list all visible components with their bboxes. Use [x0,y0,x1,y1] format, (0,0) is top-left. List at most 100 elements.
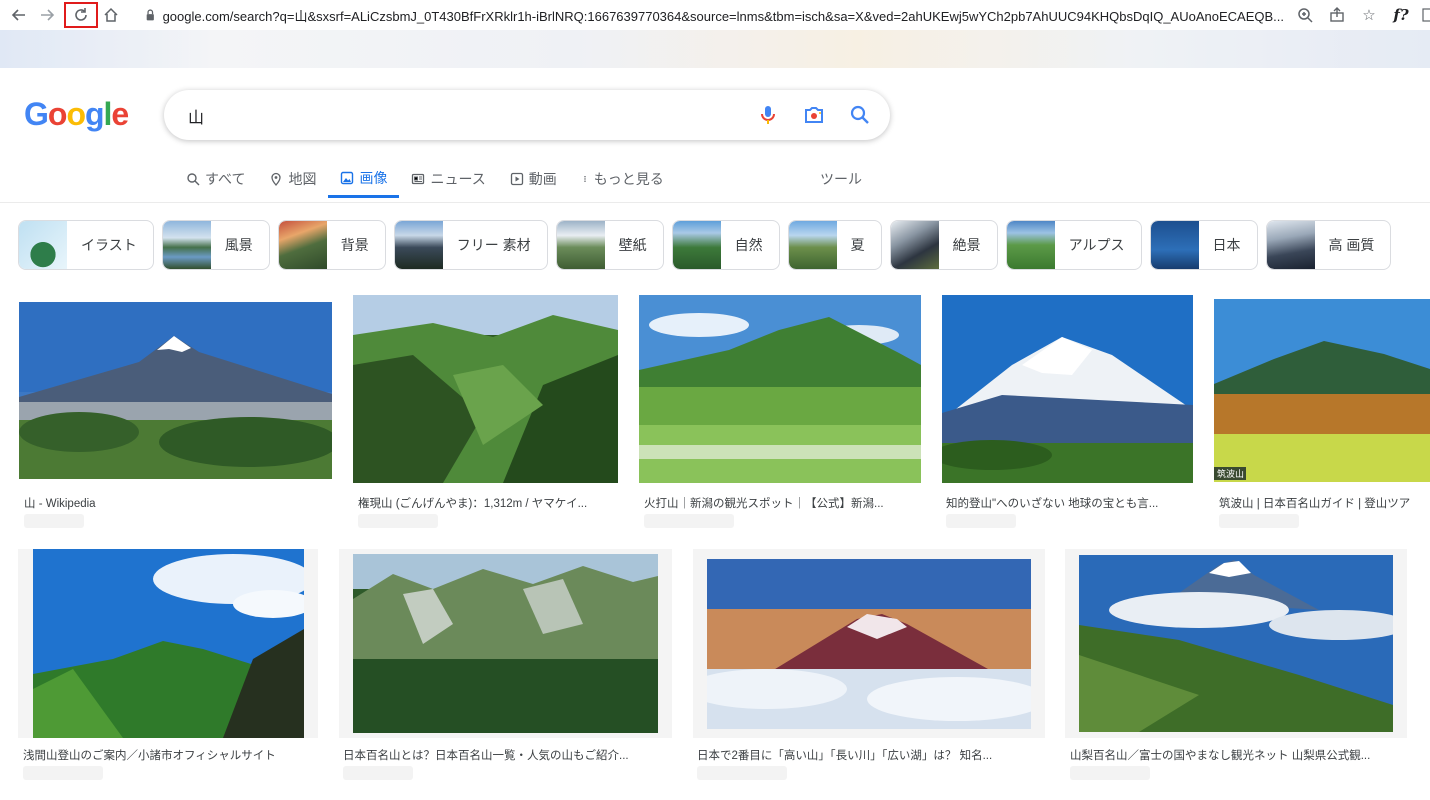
tab-label: 動画 [528,171,557,187]
source-blurred [644,514,734,528]
chip-thumbnail [672,221,721,269]
sidebar-icon[interactable] [1422,4,1430,26]
chip-alps[interactable]: アルプス [1005,220,1142,270]
chip-wallpaper[interactable]: 壁紙 [555,220,664,270]
chip-illustration[interactable]: イラスト [18,220,154,270]
result-image[interactable] [18,549,318,738]
map-pin-icon [271,172,282,186]
back-icon[interactable] [8,4,30,26]
chip-thumbnail [278,221,327,269]
chip-label: イラスト [81,237,137,253]
source-blurred [1219,514,1299,528]
zoom-icon[interactable] [1294,4,1316,26]
chip-label: フリー 素材 [456,237,531,253]
image-icon [341,171,354,184]
chip-japan[interactable]: 日本 [1149,220,1258,270]
chip-label: アルプス [1068,237,1125,253]
formula-extension-icon[interactable]: f? [1390,4,1412,26]
result-caption[interactable]: 火打山｜新潟の観光スポット｜【公式】新潟... [644,495,924,511]
chip-thumbnail [1266,221,1315,269]
chip-superb-view[interactable]: 絶景 [889,220,998,270]
chip-label: 日本 [1212,237,1241,253]
chip-label: 背景 [340,237,369,253]
result-image[interactable] [639,295,921,483]
chip-label: 自然 [734,237,763,253]
tools-button[interactable]: ツール [820,160,862,198]
chip-background[interactable]: 背景 [277,220,386,270]
tab-videos[interactable]: 動画 [498,160,569,198]
tab-news[interactable]: ニュース [399,160,497,198]
address-bar[interactable]: google.com/search?q=山&sxsrf=ALiCzsbmJ_0T… [144,5,1284,25]
chip-nature[interactable]: 自然 [671,220,780,270]
result-image[interactable] [353,295,618,483]
chip-label: 風景 [224,237,253,253]
chip-label: 絶景 [952,237,981,253]
share-icon[interactable] [1326,4,1348,26]
source-blurred [358,514,438,528]
chip-high-quality[interactable]: 高 画質 [1265,220,1392,270]
source-blurred [343,766,413,780]
result-image[interactable] [693,549,1045,738]
chip-summer[interactable]: 夏 [787,220,882,270]
url-text: google.com/search?q=山&sxsrf=ALiCzsbmJ_0T… [162,8,1284,24]
tab-label: もっと見る [593,171,664,187]
tab-images[interactable]: 画像 [328,160,400,198]
source-blurred [946,514,1016,528]
result-caption[interactable]: 知的登山"へのいざない 地球の宝とも言... [946,495,1196,511]
chip-thumbnail [19,221,67,269]
browser-toolbar: google.com/search?q=山&sxsrf=ALiCzsbmJ_0T… [0,0,1430,30]
tab-label: 地図 [288,171,317,187]
tab-all[interactable]: すべて [186,160,257,198]
chip-thumbnail [162,221,211,269]
chip-label: 高 画質 [1328,237,1375,253]
source-blurred [697,766,787,780]
result-caption[interactable]: 浅間山登山のご案内／小諸市オフィシャルサイト [23,747,323,763]
tab-label: ニュース [430,171,486,187]
source-blurred [1070,766,1150,780]
search-box[interactable]: 山 [164,90,890,140]
camera-lens-icon[interactable] [802,103,826,127]
tab-label: すべて [205,171,246,187]
chip-free-material[interactable]: フリー 素材 [393,220,548,270]
result-caption[interactable]: 権現山 (ごんげんやま)：1,312m / ヤマケイ... [358,495,628,511]
tab-label: 画像 [359,169,388,186]
chip-thumbnail [788,221,837,269]
result-caption[interactable]: 筑波山 | 日本百名山ガイド | 登山ツア [1219,495,1430,511]
source-blurred [24,514,84,528]
chip-thumbnail [1006,221,1055,269]
search-input[interactable]: 山 [188,104,204,128]
result-image[interactable] [19,302,332,479]
result-caption[interactable]: 日本百名山とは？日本百名山一覧・人気の山もご紹介... [343,747,673,763]
lock-icon [146,9,154,21]
refinement-chips: イラスト 風景 背景 フリー 素材 壁紙 自然 夏 絶景 アルプス 日本 高 画… [18,220,1392,270]
result-caption[interactable]: 山梨百名山／富士の国やまなし観光ネット 山梨県公式観... [1070,747,1410,763]
home-icon[interactable] [100,4,122,26]
video-icon [510,172,523,186]
microphone-icon[interactable] [756,103,780,127]
chip-thumbnail [890,221,939,269]
reload-icon[interactable] [70,4,92,26]
more-vert-icon [584,175,586,183]
bookmark-star-icon[interactable]: ☆ [1358,4,1380,26]
chip-thumbnail [556,221,605,269]
result-image[interactable] [339,549,672,738]
search-icon [187,173,200,186]
news-icon [412,173,425,185]
search-icon[interactable] [848,103,872,127]
forward-icon[interactable] [36,4,58,26]
tab-more[interactable]: もっと見る [569,160,676,198]
google-logo[interactable]: Google [24,96,129,133]
bookmarks-bar [0,30,1430,68]
tab-maps[interactable]: 地図 [257,160,328,198]
header-divider [0,202,1430,203]
result-caption[interactable]: 日本で2番目に「高い山」「長い川」「広い湖」は？ 知名... [697,747,1047,763]
search-tabs: すべて 地図 画像 ニュース 動画 もっと見る [186,160,676,202]
source-blurred [23,766,103,780]
result-image[interactable] [942,295,1193,483]
result-caption[interactable]: 山 - Wikipedia [24,495,324,511]
chip-label: 夏 [850,237,865,253]
chip-thumbnail [1150,221,1199,269]
chip-scenery[interactable]: 風景 [161,220,270,270]
result-image[interactable] [1065,549,1407,738]
result-image[interactable]: 筑波山 [1214,299,1430,482]
